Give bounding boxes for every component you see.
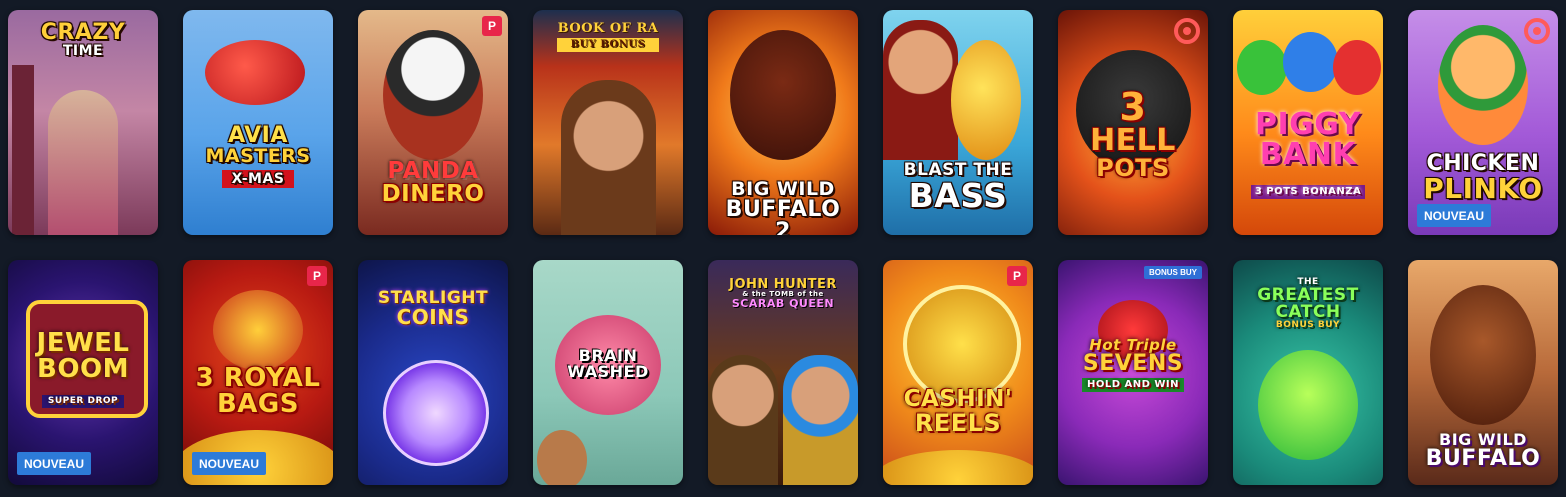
game-tile-piggy-bank[interactable]: PIGGY BANK 3 POTS BONANZA [1233, 10, 1383, 235]
fisherman-figure [883, 20, 958, 160]
buffalo-figure [1430, 285, 1536, 425]
host-figure [48, 90, 118, 235]
pig-green [1237, 40, 1287, 95]
explorer-figure [561, 80, 656, 235]
game-tile-crazy-time[interactable]: CRAZY TIME [8, 10, 158, 235]
game-title: AVIA MASTERS X-MAS [205, 123, 311, 188]
game-tile-jewel-boom[interactable]: JEWEL BOOM SUPER DROP NOUVEAU [8, 260, 158, 485]
p-icon: P [482, 16, 502, 36]
game-tile-3-hell-pots[interactable]: 3 HELL POTS [1058, 10, 1208, 235]
game-grid: CRAZY TIME AVIA MASTERS X-MAS PANDA DINE… [8, 10, 1558, 490]
sleigh-figure [205, 40, 305, 105]
game-tile-chicken-plinko[interactable]: CHICKEN PLINKO NOUVEAU [1408, 10, 1558, 235]
character-figure [537, 430, 587, 485]
game-tile-big-wild-buffalo[interactable]: BIG WILD BUFFALO [1408, 260, 1558, 485]
game-title: JEWEL BOOM SUPER DROP [36, 328, 130, 408]
game-title: PIGGY BANK 3 POTS BONANZA [1239, 110, 1377, 200]
game-tile-hot-triple-sevens[interactable]: Hot Triple SEVENS HOLD AND WIN BONUS BUY [1058, 260, 1208, 485]
nouveau-badge: NOUVEAU [17, 452, 91, 475]
panda-figure [383, 30, 483, 160]
game-tile-book-of-ra-buy-bonus[interactable]: BOOK OF RA BUY BONUS [533, 10, 683, 235]
hunter-figure [708, 355, 778, 485]
game-title: BIG WILD BUFFALO [1425, 430, 1541, 471]
game-title: CRAZY TIME [40, 20, 126, 59]
game-tile-the-greatest-catch[interactable]: THE GREATEST CATCH BONUS BUY [1233, 260, 1383, 485]
game-title: PANDA DINERO [381, 158, 485, 207]
target-icon [1524, 18, 1550, 44]
game-tile-3-royal-bags[interactable]: 3 ROYAL BAGS NOUVEAU P [183, 260, 333, 485]
nouveau-badge: NOUVEAU [1417, 204, 1491, 227]
game-title: BOOK OF RA BUY BONUS [557, 21, 659, 52]
bag-figure [213, 290, 303, 370]
queen-figure [783, 355, 858, 485]
game-title: CASHIN' REELS [903, 386, 1013, 437]
star-coin [383, 360, 489, 466]
chicken-figure [1438, 25, 1528, 145]
buffalo-figure [730, 30, 836, 160]
target-icon [1174, 18, 1200, 44]
game-title: BRAIN WASHED [567, 346, 649, 381]
game-tile-big-wild-buffalo-2[interactable]: BIG WILD BUFFALO 2 [708, 10, 858, 235]
game-tile-cashin-reels[interactable]: CASHIN' REELS P [883, 260, 1033, 485]
fish-figure [951, 40, 1021, 160]
game-title: BLAST THE BASS [903, 160, 1013, 215]
tower-shape [12, 65, 34, 235]
p-icon: P [1007, 266, 1027, 286]
game-tile-starlight-coins[interactable]: STARLIGHT COINS [358, 260, 508, 485]
game-tile-panda-dinero[interactable]: PANDA DINERO P [358, 10, 508, 235]
pig-red [1333, 40, 1381, 95]
game-title: BIG WILD BUFFALO 2 [725, 178, 841, 236]
game-tile-brain-washed[interactable]: BRAIN WASHED [533, 260, 683, 485]
game-title: CHICKEN PLINKO [1423, 151, 1543, 205]
nouveau-badge: NOUVEAU [192, 452, 266, 475]
game-tile-john-hunter-scarab-queen[interactable]: JOHN HUNTER & the TOMB of the SCARAB QUE… [708, 260, 858, 485]
game-title: JOHN HUNTER & the TOMB of the SCARAB QUE… [729, 277, 837, 310]
game-title: 3 ROYAL BAGS [195, 363, 321, 419]
frog-figure [1258, 350, 1358, 460]
pig-blue [1283, 32, 1338, 92]
bonus-buy-badge: BONUS BUY [1143, 266, 1202, 279]
game-title: STARLIGHT COINS [377, 288, 489, 329]
game-tile-blast-the-bass[interactable]: BLAST THE BASS [883, 10, 1033, 235]
p-icon: P [307, 266, 327, 286]
game-title: 3 HELL POTS [1090, 85, 1176, 182]
game-title: Hot Triple SEVENS HOLD AND WIN [1081, 336, 1185, 392]
game-title: THE GREATEST CATCH BONUS BUY [1257, 277, 1359, 330]
game-tile-avia-masters-xmas[interactable]: AVIA MASTERS X-MAS [183, 10, 333, 235]
